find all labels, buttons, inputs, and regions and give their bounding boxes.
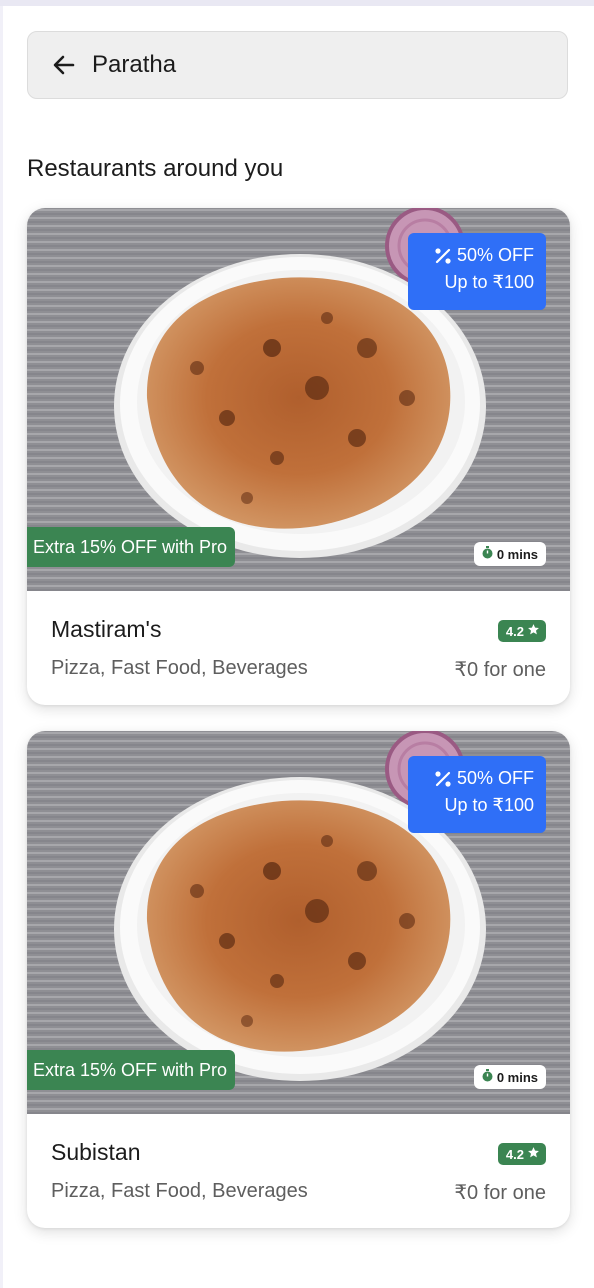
star-icon [527, 623, 540, 639]
delivery-time: 0 mins [496, 1069, 538, 1085]
restaurant-cuisines: Pizza, Fast Food, Beverages [51, 1180, 308, 1202]
rating-value: 4.2 [505, 623, 524, 639]
offer-badge: 50% OFF Up to ₹100 [408, 756, 546, 833]
pro-offer-badge: Extra 15% OFF with Pro [27, 527, 236, 567]
offer-badge: 50% OFF Up to ₹100 [408, 233, 546, 310]
rating-badge: 4.2 [497, 1143, 546, 1165]
restaurant-name[interactable]: Subistan [51, 1139, 141, 1166]
rating-badge: 4.2 [497, 620, 546, 642]
stopwatch-icon [482, 1069, 493, 1085]
restaurant-cuisines: Pizza, Fast Food, Beverages [51, 657, 308, 679]
delivery-time: 0 mins [496, 546, 538, 562]
price-for-one: ₹0 for one [454, 659, 546, 681]
price-for-one: ₹0 for one [454, 1182, 546, 1204]
arrow-left-icon[interactable] [52, 53, 76, 77]
offer-title: 50% OFF [456, 768, 534, 788]
restaurant-card[interactable]: 50% OFF Up to ₹100 Extra 15% OFF with Pr… [27, 731, 570, 1228]
left-edge [0, 6, 3, 1288]
offer-subtitle: Up to ₹100 [444, 795, 534, 815]
stopwatch-icon [482, 546, 493, 562]
section-title: Restaurants around you [27, 155, 284, 182]
restaurant-info: Subistan 4.2 Pizza, Fast Food, Beverages… [27, 1114, 570, 1228]
delivery-time-chip: 0 mins [473, 1065, 546, 1089]
star-icon [527, 1146, 540, 1162]
discount-percent-icon [433, 246, 453, 266]
offer-title: 50% OFF [456, 245, 534, 265]
rating-value: 4.2 [505, 1146, 524, 1162]
search-bar[interactable]: Paratha [27, 31, 568, 99]
restaurant-card[interactable]: 50% OFF Up to ₹100 Extra 15% OFF with Pr… [27, 208, 570, 705]
restaurant-info: Mastiram's 4.2 Pizza, Fast Food, Beverag… [27, 591, 570, 705]
offer-subtitle: Up to ₹100 [444, 272, 534, 292]
pro-offer-badge: Extra 15% OFF with Pro [27, 1050, 236, 1090]
top-strip [0, 0, 594, 6]
discount-percent-icon [433, 769, 453, 789]
search-query[interactable]: Paratha [92, 51, 176, 79]
restaurant-name[interactable]: Mastiram's [51, 616, 161, 643]
delivery-time-chip: 0 mins [473, 542, 546, 566]
